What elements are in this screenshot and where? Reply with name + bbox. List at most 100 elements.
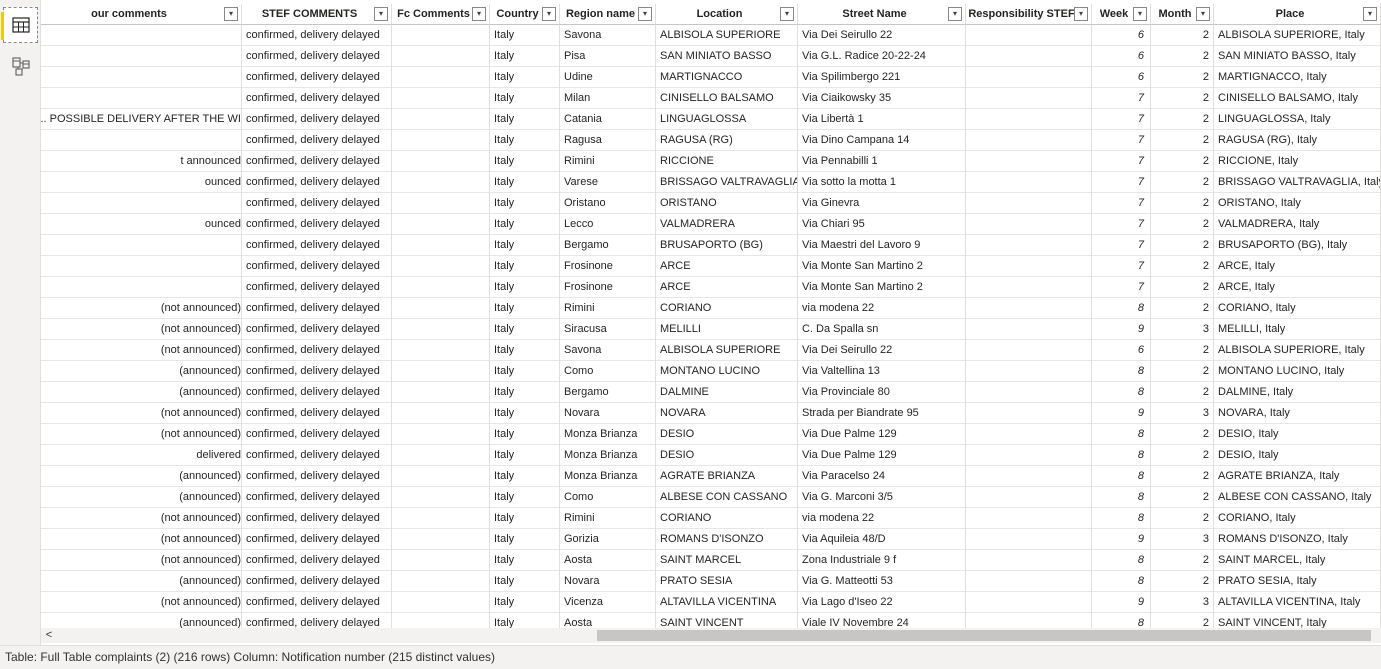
cell-street[interactable]: via modena 22 xyxy=(798,298,966,319)
cell-country[interactable]: Italy xyxy=(490,151,560,172)
cell-responsibility[interactable] xyxy=(966,235,1092,256)
cell-responsibility[interactable] xyxy=(966,88,1092,109)
cell-week[interactable]: 9 xyxy=(1092,319,1151,340)
cell-place[interactable]: ARCE, Italy xyxy=(1214,256,1381,277)
cell-region[interactable]: Novara xyxy=(560,571,656,592)
cell-month[interactable]: 2 xyxy=(1151,340,1214,361)
cell-our-comments[interactable]: (announced) xyxy=(41,613,242,628)
cell-responsibility[interactable] xyxy=(966,424,1092,445)
cell-street[interactable]: Via G.L. Radice 20-22-24 xyxy=(798,46,966,67)
cell-responsibility[interactable] xyxy=(966,277,1092,298)
cell-region[interactable]: Pisa xyxy=(560,46,656,67)
cell-stef-comments[interactable]: confirmed, delivery delayed xyxy=(242,403,392,424)
cell-responsibility[interactable] xyxy=(966,382,1092,403)
cell-region[interactable]: Varese xyxy=(560,172,656,193)
table-row[interactable]: (not announced) confirmed, delivery delay… xyxy=(41,592,1381,613)
table-row[interactable]: (not announced) confirmed, delivery delay… xyxy=(41,550,1381,571)
cell-month[interactable]: 2 xyxy=(1151,424,1214,445)
cell-week[interactable]: 7 xyxy=(1092,172,1151,193)
cell-street[interactable]: Via Provinciale 80 xyxy=(798,382,966,403)
cell-location[interactable]: SAN MINIATO BASSO xyxy=(656,46,798,67)
cell-street[interactable]: Via Monte San Martino 2 xyxy=(798,256,966,277)
column-header-fc-comments[interactable]: Fc Comments ▾ xyxy=(392,4,490,25)
table-view-button[interactable] xyxy=(1,7,38,43)
cell-fc-comments[interactable] xyxy=(392,25,490,46)
cell-stef-comments[interactable]: confirmed, delivery delayed xyxy=(242,109,392,130)
cell-street[interactable]: C. Da Spalla sn xyxy=(798,319,966,340)
cell-fc-comments[interactable] xyxy=(392,109,490,130)
cell-location[interactable]: VALMADRERA xyxy=(656,214,798,235)
cell-street[interactable]: Via Lago d'Iseo 22 xyxy=(798,592,966,613)
cell-country[interactable]: Italy xyxy=(490,403,560,424)
cell-fc-comments[interactable] xyxy=(392,88,490,109)
cell-place[interactable]: PRATO SESIA, Italy xyxy=(1214,571,1381,592)
cell-country[interactable]: Italy xyxy=(490,193,560,214)
column-header-location[interactable]: Location ▾ xyxy=(656,4,798,25)
cell-responsibility[interactable] xyxy=(966,172,1092,193)
column-header-responsibility[interactable]: Responsibility STEF ▾ xyxy=(966,4,1092,25)
cell-location[interactable]: ROMANS D'ISONZO xyxy=(656,529,798,550)
table-row[interactable]: ounced confirmed, delivery delayed Italy Va… xyxy=(41,172,1381,193)
cell-place[interactable]: DESIO, Italy xyxy=(1214,424,1381,445)
table-row[interactable]: confirmed, delivery delayed Italy Oristano… xyxy=(41,193,1381,214)
cell-our-comments[interactable] xyxy=(41,46,242,67)
cell-region[interactable]: Savona xyxy=(560,340,656,361)
cell-region[interactable]: Ragusa xyxy=(560,130,656,151)
cell-responsibility[interactable] xyxy=(966,550,1092,571)
cell-location[interactable]: RAGUSA (RG) xyxy=(656,130,798,151)
cell-week[interactable]: 7 xyxy=(1092,88,1151,109)
filter-dropdown-icon[interactable]: ▾ xyxy=(472,7,486,21)
cell-location[interactable]: CINISELLO BALSAMO xyxy=(656,88,798,109)
cell-our-comments[interactable]: ounced xyxy=(41,172,242,193)
cell-location[interactable]: DESIO xyxy=(656,445,798,466)
cell-month[interactable]: 2 xyxy=(1151,151,1214,172)
cell-fc-comments[interactable] xyxy=(392,382,490,403)
cell-country[interactable]: Italy xyxy=(490,130,560,151)
cell-week[interactable]: 8 xyxy=(1092,466,1151,487)
cell-month[interactable]: 2 xyxy=(1151,508,1214,529)
cell-region[interactable]: Aosta xyxy=(560,613,656,628)
cell-location[interactable]: ORISTANO xyxy=(656,193,798,214)
cell-street[interactable]: Via Paracelso 24 xyxy=(798,466,966,487)
cell-month[interactable]: 2 xyxy=(1151,172,1214,193)
cell-location[interactable]: SAINT MARCEL xyxy=(656,550,798,571)
cell-location[interactable]: LINGUAGLOSSA xyxy=(656,109,798,130)
cell-place[interactable]: ALTAVILLA VICENTINA, Italy xyxy=(1214,592,1381,613)
cell-fc-comments[interactable] xyxy=(392,571,490,592)
cell-month[interactable]: 2 xyxy=(1151,445,1214,466)
cell-fc-comments[interactable] xyxy=(392,487,490,508)
cell-street[interactable]: Via Pennabilli 1 xyxy=(798,151,966,172)
cell-responsibility[interactable] xyxy=(966,109,1092,130)
cell-month[interactable]: 2 xyxy=(1151,466,1214,487)
cell-month[interactable]: 2 xyxy=(1151,235,1214,256)
cell-country[interactable]: Italy xyxy=(490,172,560,193)
cell-stef-comments[interactable]: confirmed, delivery delayed xyxy=(242,256,392,277)
cell-month[interactable]: 2 xyxy=(1151,46,1214,67)
cell-fc-comments[interactable] xyxy=(392,403,490,424)
cell-country[interactable]: Italy xyxy=(490,550,560,571)
cell-our-comments[interactable]: (not announced) xyxy=(41,424,242,445)
table-row[interactable]: confirmed, delivery delayed Italy Frosinon… xyxy=(41,256,1381,277)
cell-street[interactable]: Strada per Biandrate 95 xyxy=(798,403,966,424)
cell-place[interactable]: AGRATE BRIANZA, Italy xyxy=(1214,466,1381,487)
cell-month[interactable]: 2 xyxy=(1151,550,1214,571)
cell-region[interactable]: Rimini xyxy=(560,508,656,529)
table-row[interactable]: delivered confirmed, delivery delayed Ital… xyxy=(41,445,1381,466)
cell-street[interactable]: Via Valtellina 13 xyxy=(798,361,966,382)
cell-responsibility[interactable] xyxy=(966,193,1092,214)
cell-location[interactable]: NOVARA xyxy=(656,403,798,424)
cell-our-comments[interactable]: (not announced) xyxy=(41,592,242,613)
cell-stef-comments[interactable]: confirmed, delivery delayed xyxy=(242,487,392,508)
model-view-button[interactable] xyxy=(3,48,38,84)
cell-week[interactable]: 8 xyxy=(1092,382,1151,403)
cell-fc-comments[interactable] xyxy=(392,130,490,151)
cell-place[interactable]: SAINT VINCENT, Italy xyxy=(1214,613,1381,628)
cell-month[interactable]: 2 xyxy=(1151,298,1214,319)
table-row[interactable]: ounced confirmed, delivery delayed Italy Le… xyxy=(41,214,1381,235)
cell-country[interactable]: Italy xyxy=(490,256,560,277)
cell-region[interactable]: Frosinone xyxy=(560,277,656,298)
cell-place[interactable]: NOVARA, Italy xyxy=(1214,403,1381,424)
cell-week[interactable]: 7 xyxy=(1092,214,1151,235)
cell-stef-comments[interactable]: confirmed, delivery delayed xyxy=(242,130,392,151)
cell-month[interactable]: 2 xyxy=(1151,130,1214,151)
